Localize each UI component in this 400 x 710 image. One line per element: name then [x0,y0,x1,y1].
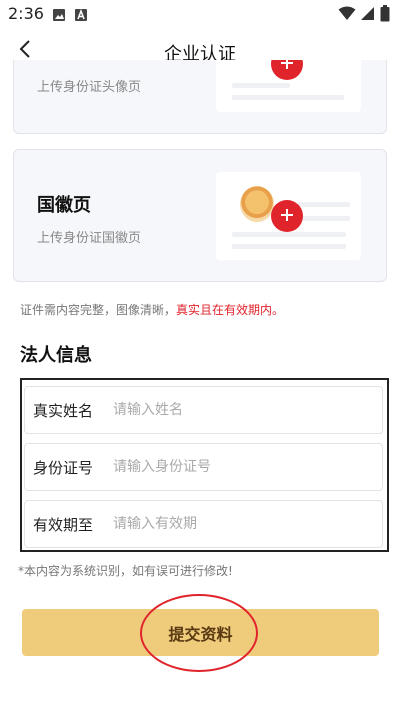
legal-info-form: 真实姓名 身份证号 有效期至 [20,378,389,552]
notice-warning: 真实且在有效期内。 [176,303,285,317]
expiry-date-row: 有效期至 [24,500,383,548]
id-emblem-subtitle: 上传身份证国徽页 [37,231,142,246]
plus-icon [280,207,294,226]
id-number-row: 身份证号 [24,443,383,491]
upload-notice: 证件需内容完整，图像清晰，真实且在有效期内。 [20,301,284,318]
expiry-date-input[interactable] [113,511,363,537]
status-time: 2:36 [8,4,44,23]
status-bar: 2:36 [0,0,400,28]
expiry-date-label: 有效期至 [33,516,94,534]
recognition-hint: *本内容为系统识别，如有误可进行修改! [18,564,233,578]
add-emblem-photo-button[interactable] [271,200,303,232]
image-icon [52,7,66,26]
real-name-label: 真实姓名 [33,402,94,420]
plus-icon [280,60,294,74]
national-emblem-icon [240,186,274,222]
id-front-subtitle: 上传身份证头像页 [37,80,142,95]
wifi-icon [338,6,356,25]
submit-button[interactable]: 提交资料 [22,609,379,656]
id-number-input[interactable] [113,454,363,480]
a-box-icon [74,7,88,26]
cellular-icon [360,6,375,25]
section-title-legal-info: 法人信息 [20,345,92,366]
id-front-upload-card[interactable]: 上传身份证头像页 [13,60,387,134]
real-name-input[interactable] [113,397,363,423]
real-name-row: 真实姓名 [24,386,383,434]
battery-icon [380,5,390,26]
id-emblem-title: 国徽页 [37,195,91,216]
notice-text: 证件需内容完整，图像清晰， [20,303,177,317]
id-emblem-upload-card[interactable]: 国徽页 上传身份证国徽页 [13,149,387,282]
id-number-label: 身份证号 [33,459,94,477]
